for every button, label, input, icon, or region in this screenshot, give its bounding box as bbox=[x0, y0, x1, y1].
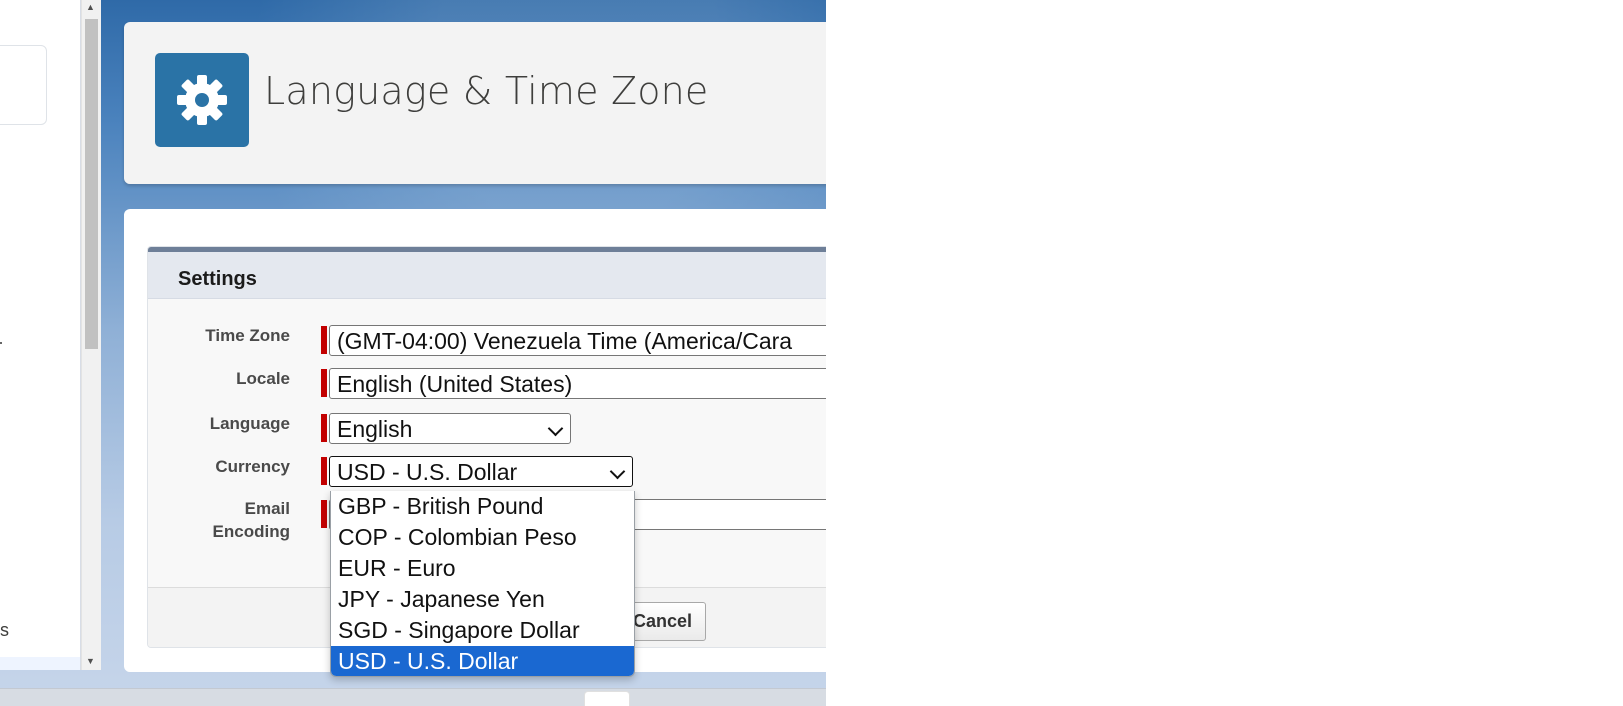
bottom-status-bar bbox=[0, 688, 826, 706]
locale-value: English (United States) bbox=[337, 371, 573, 397]
language-select[interactable]: English bbox=[329, 413, 571, 444]
browser-viewport: s ▲ ▼ Language & Time Zone Settings Time… bbox=[0, 0, 826, 706]
left-sidebar-marker bbox=[0, 342, 2, 344]
language-required-indicator bbox=[321, 414, 327, 442]
currency-option-label: COP - Colombian Peso bbox=[338, 524, 577, 550]
scroll-up-arrow-icon[interactable]: ▲ bbox=[86, 2, 95, 12]
currency-dropdown-list[interactable]: GBP - British Pound COP - Colombian Peso… bbox=[330, 491, 635, 677]
locale-select[interactable]: English (United States) bbox=[329, 368, 826, 399]
time-zone-label: Time Zone bbox=[205, 326, 290, 345]
left-sidebar-active-item[interactable] bbox=[0, 657, 80, 670]
currency-option-eur[interactable]: EUR - Euro bbox=[331, 553, 634, 584]
scrollbar-thumb[interactable] bbox=[85, 19, 98, 349]
currency-option-jpy[interactable]: JPY - Japanese Yen bbox=[331, 584, 634, 615]
gear-icon bbox=[155, 53, 249, 147]
left-sidebar-panel: s bbox=[0, 0, 81, 670]
email-encoding-label-line2: Encoding bbox=[212, 522, 290, 541]
language-value: English bbox=[337, 416, 413, 442]
page-title: Language & Time Zone bbox=[264, 69, 709, 113]
email-encoding-required-indicator bbox=[321, 500, 327, 528]
left-sidebar-partial-text: s bbox=[0, 620, 9, 640]
currency-label: Currency bbox=[215, 457, 290, 476]
chevron-down-icon bbox=[547, 420, 564, 437]
currency-option-gbp[interactable]: GBP - British Pound bbox=[331, 491, 634, 522]
chevron-down-icon bbox=[609, 463, 626, 480]
currency-option-cop[interactable]: COP - Colombian Peso bbox=[331, 522, 634, 553]
left-sidebar-card[interactable] bbox=[0, 45, 47, 125]
currency-option-usd-selected[interactable]: USD - U.S. Dollar bbox=[331, 646, 634, 676]
currency-select[interactable]: USD - U.S. Dollar bbox=[329, 456, 633, 487]
currency-value: USD - U.S. Dollar bbox=[337, 459, 518, 485]
bottom-tab[interactable] bbox=[584, 691, 630, 706]
section-header: Settings bbox=[148, 252, 826, 299]
currency-option-label: SGD - Singapore Dollar bbox=[338, 617, 580, 643]
scroll-down-arrow-icon[interactable]: ▼ bbox=[86, 656, 95, 666]
language-label: Language bbox=[209, 414, 290, 433]
time-zone-required-indicator bbox=[321, 326, 327, 354]
email-encoding-label-line1: Email bbox=[244, 499, 290, 518]
time-zone-value: (GMT-04:00) Venezuela Time (America/Cara bbox=[337, 328, 793, 354]
locale-label: Locale bbox=[236, 369, 290, 388]
cancel-button-label: Cancel bbox=[633, 611, 693, 631]
time-zone-select[interactable]: (GMT-04:00) Venezuela Time (America/Cara bbox=[329, 325, 826, 356]
section-title: Settings bbox=[178, 268, 257, 290]
currency-option-label: USD - U.S. Dollar bbox=[338, 648, 519, 674]
locale-required-indicator bbox=[321, 369, 327, 397]
currency-required-indicator bbox=[321, 457, 327, 485]
currency-option-label: EUR - Euro bbox=[338, 555, 456, 581]
currency-option-sgd[interactable]: SGD - Singapore Dollar bbox=[331, 615, 634, 646]
obscured-heading-fragment bbox=[180, 178, 340, 213]
currency-option-label: JPY - Japanese Yen bbox=[338, 586, 545, 612]
currency-option-label: GBP - British Pound bbox=[338, 493, 544, 519]
email-encoding-label: Email Encoding bbox=[90, 497, 290, 543]
